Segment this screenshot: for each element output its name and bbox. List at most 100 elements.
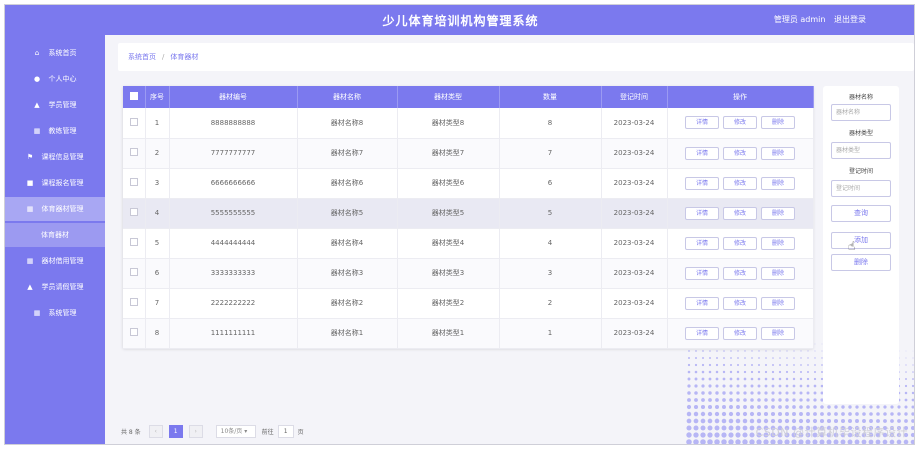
decor-dot <box>715 377 719 381</box>
cell-type: 器材类型3 <box>397 258 500 289</box>
delete-button[interactable]: 删除 <box>761 146 795 160</box>
cell-date: 2023-03-24 <box>601 198 668 229</box>
sidebar-item-leave[interactable]: ▲ 学员请假管理 <box>5 275 105 299</box>
decor-dot <box>765 350 767 352</box>
edit-button[interactable]: 修改 <box>723 266 757 280</box>
detail-button[interactable]: 详情 <box>685 146 719 160</box>
delete-button[interactable]: 删除 <box>761 236 795 250</box>
decor-dot <box>714 418 720 424</box>
query-button[interactable]: 查询 <box>831 205 891 222</box>
sidebar-item-enrollment[interactable]: ■ 课程报名管理 <box>5 171 105 195</box>
goto-page-input[interactable]: 1 <box>277 424 294 438</box>
sidebar-item-students[interactable]: ▲ 学员管理 <box>5 93 105 117</box>
row-checkbox[interactable] <box>129 268 138 276</box>
sidebar-item-borrowing[interactable]: ▦ 器材借用管理 <box>5 249 105 273</box>
decor-dot <box>799 405 803 409</box>
delete-button[interactable]: 删除 <box>761 266 795 280</box>
add-button[interactable]: 添加 <box>831 232 891 249</box>
time-search-input[interactable]: 登记时间 <box>831 180 891 197</box>
col-header-qty: 数量 <box>499 86 602 108</box>
row-checkbox[interactable] <box>129 238 138 246</box>
decor-dot <box>772 364 774 366</box>
table-row: 8 1111111111 器材名称1 器材类型1 1 2023-03-24 详情 修改 删除 <box>123 318 814 349</box>
sidebar-item-home[interactable]: ⌂ 系统首页 <box>5 41 105 65</box>
detail-button[interactable]: 详情 <box>685 296 719 310</box>
decor-dot <box>777 411 783 417</box>
edit-button[interactable]: 修改 <box>723 146 757 160</box>
pagination: 共 8 条 ‹ 1 › 10条/页 ▾ 前往 1 页 <box>121 423 304 439</box>
decor-dot <box>834 405 838 409</box>
decor-dot <box>716 350 718 352</box>
decor-dot <box>763 439 769 444</box>
logout-link[interactable]: 退出登录 <box>834 15 866 24</box>
cell-checkbox <box>123 228 146 259</box>
delete-button[interactable]: 删除 <box>761 176 795 190</box>
select-all-checkbox[interactable] <box>129 92 138 100</box>
detail-button[interactable]: 详情 <box>685 176 719 190</box>
decor-dot <box>721 432 727 438</box>
edit-button[interactable]: 修改 <box>723 176 757 190</box>
row-checkbox[interactable] <box>129 117 138 126</box>
delete-button[interactable]: 删除 <box>761 296 795 310</box>
page-size-select[interactable]: 10条/页 ▾ <box>215 424 256 438</box>
decor-dot <box>778 405 782 409</box>
detail-button[interactable]: 详情 <box>685 326 719 340</box>
decor-dot <box>785 405 789 409</box>
next-page-button[interactable]: › <box>188 424 203 438</box>
decor-dot <box>723 357 725 359</box>
decor-dot <box>743 391 747 395</box>
decor-dot <box>723 350 725 352</box>
edit-button[interactable]: 修改 <box>723 206 757 220</box>
sidebar-item-equipment-mgmt[interactable]: ▦ 体育器材管理 <box>5 197 105 221</box>
sidebar-item-coaches[interactable]: ▦ 教练管理 <box>5 119 105 143</box>
row-checkbox[interactable] <box>129 148 138 156</box>
edit-button[interactable]: 修改 <box>723 236 757 250</box>
decor-dot <box>786 350 788 352</box>
decor-dot <box>707 432 713 438</box>
row-checkbox[interactable] <box>129 208 138 216</box>
decor-dot <box>840 439 846 444</box>
prev-page-button[interactable]: ‹ <box>148 424 163 438</box>
edit-button[interactable]: 修改 <box>723 296 757 310</box>
sidebar-item-courses[interactable]: ⚑ 课程信息管理 <box>5 145 105 169</box>
breadcrumb-home[interactable]: 系统首页 <box>128 52 156 62</box>
decor-dot <box>764 377 768 381</box>
sidebar-item-label: 课程信息管理 <box>41 153 84 161</box>
type-search-input[interactable]: 器材类型 <box>831 142 891 159</box>
row-checkbox[interactable] <box>129 328 138 336</box>
batch-delete-button[interactable]: 删除 <box>831 254 891 271</box>
detail-button[interactable]: 详情 <box>685 236 719 250</box>
delete-button[interactable]: 删除 <box>761 206 795 220</box>
cell-ops: 详情 修改 删除 <box>667 138 814 169</box>
decor-dot <box>765 364 767 366</box>
decor-dot <box>807 357 809 359</box>
name-search-input[interactable]: 器材名称 <box>831 104 891 121</box>
detail-button[interactable]: 详情 <box>685 266 719 280</box>
edit-button[interactable]: 修改 <box>723 326 757 340</box>
decor-dot <box>763 411 769 417</box>
decor-dot <box>814 357 816 359</box>
decor-dot <box>791 439 797 444</box>
detail-button[interactable]: 详情 <box>685 206 719 220</box>
page-number-current[interactable]: 1 <box>168 424 183 438</box>
sidebar-item-profile[interactable]: ● 个人中心 <box>5 67 105 91</box>
decor-dot <box>911 384 914 388</box>
decor-dot <box>779 364 781 366</box>
decor-dot <box>714 439 720 444</box>
decor-dot <box>785 384 789 388</box>
decor-dot <box>750 377 754 381</box>
decor-dot <box>771 384 775 388</box>
detail-button[interactable]: 详情 <box>685 116 719 130</box>
sidebar-item-system[interactable]: ▦ 系统管理 <box>5 301 105 325</box>
sidebar-subitem-equipment[interactable]: 体育器材 <box>5 223 105 247</box>
decor-dot <box>771 398 775 402</box>
delete-button[interactable]: 删除 <box>761 326 795 340</box>
decor-dot <box>799 370 803 374</box>
delete-button[interactable]: 删除 <box>761 116 795 130</box>
row-checkbox[interactable] <box>129 298 138 306</box>
decor-dot <box>714 404 720 410</box>
row-checkbox[interactable] <box>129 178 138 186</box>
edit-button[interactable]: 修改 <box>723 116 757 130</box>
decor-dot <box>779 350 781 352</box>
decor-dot <box>729 405 733 409</box>
